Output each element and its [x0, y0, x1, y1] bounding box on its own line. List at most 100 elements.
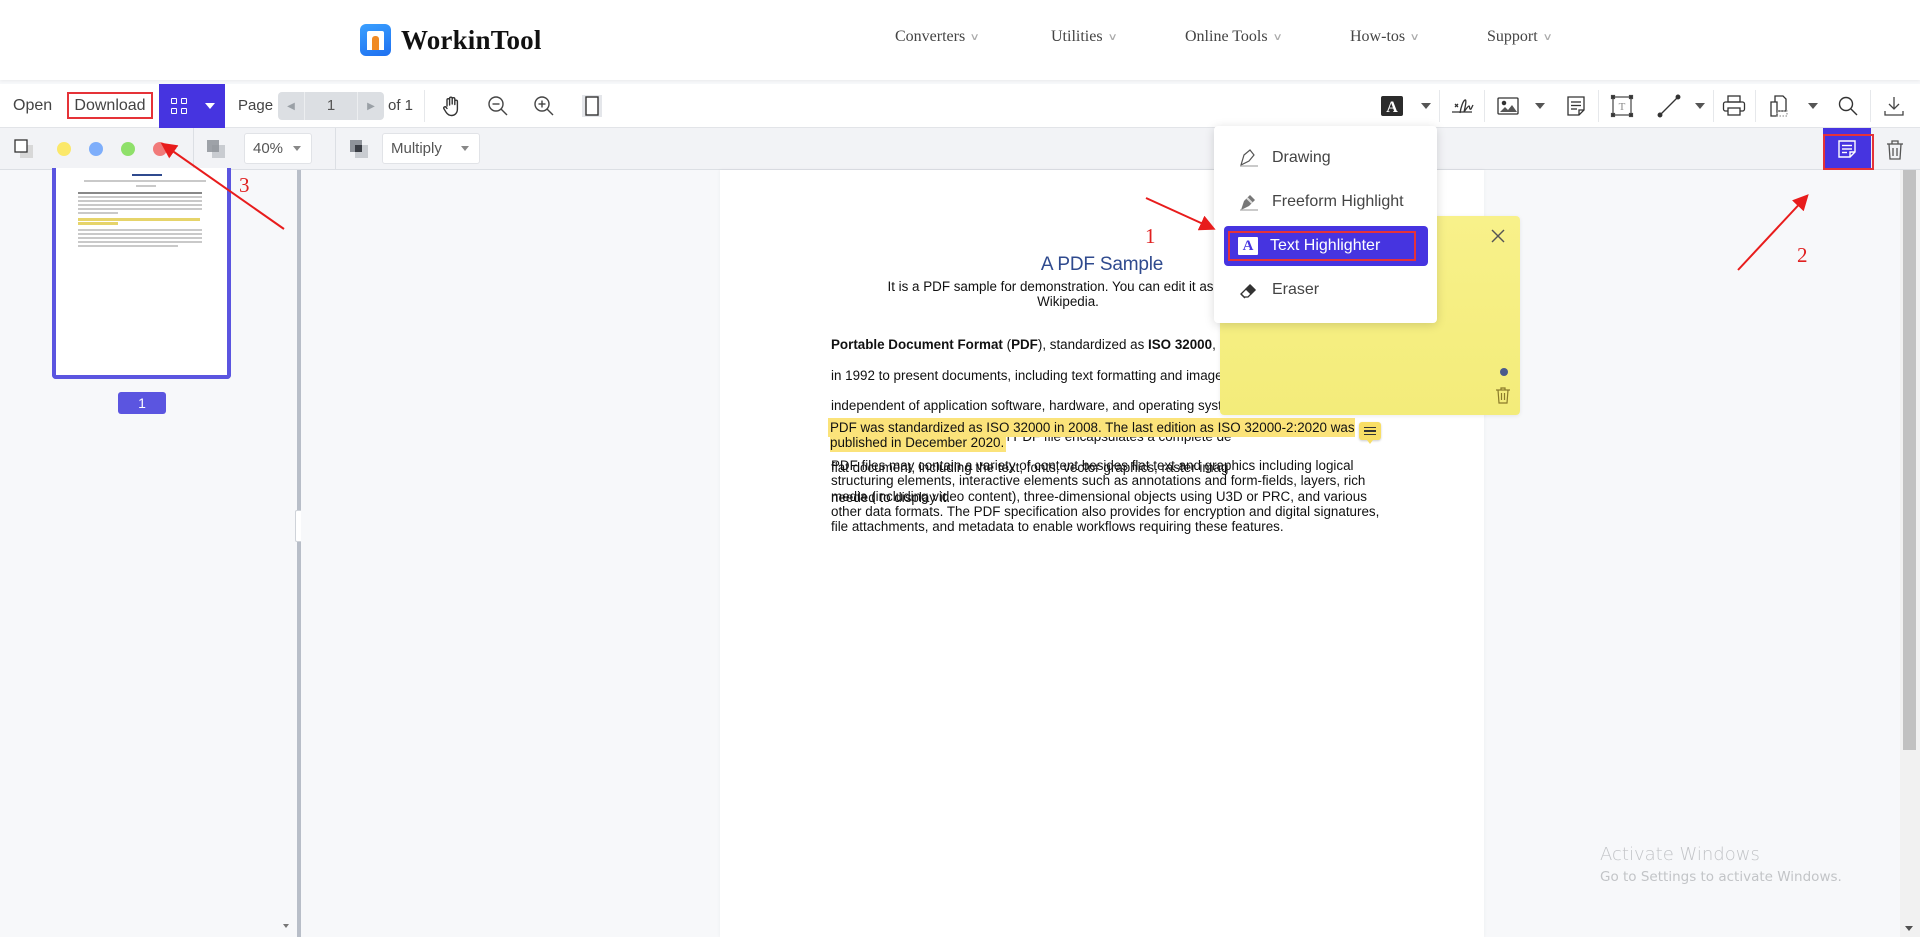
opacity-icon-button [203, 136, 229, 162]
menu-item-eraser[interactable]: Eraser [1224, 270, 1428, 310]
text-highlight-icon: A [1238, 237, 1258, 255]
delete-note-button[interactable] [1494, 385, 1512, 405]
menu-item-text-highlighter[interactable]: A Text Highlighter [1224, 226, 1428, 266]
nav-label: Converters [895, 28, 966, 45]
blend-mode-icon-button [346, 136, 372, 162]
zoom-out-button[interactable] [484, 92, 512, 120]
text-icon: A [1381, 96, 1403, 116]
page-number-badge[interactable]: 1 [118, 392, 166, 414]
pdf-paragraph-3: PDF files may contain a variety of conte… [831, 458, 1380, 535]
hand-tool-button[interactable] [438, 92, 466, 120]
brand-name: WorkinTool [401, 24, 542, 55]
zoom-in-icon [534, 96, 554, 116]
annotation-label-2: 2 [1797, 243, 1808, 267]
color-swatch-blue[interactable] [89, 142, 103, 156]
brand-logo[interactable]: WorkinTool [360, 23, 542, 57]
zoom-in-button[interactable] [530, 92, 558, 120]
nav-label: Support [1487, 28, 1538, 45]
chevron-down-icon: ∨ [1542, 31, 1553, 43]
note-icon [1567, 96, 1585, 116]
chevron-down-icon: ∨ [1409, 31, 1420, 43]
opacity-select[interactable]: 40% [244, 133, 312, 164]
open-button[interactable]: Open [13, 84, 52, 128]
site-header: WorkinTool Converters ∨ Utilities ∨ Online… [0, 0, 1920, 80]
note-color-dot[interactable] [1500, 368, 1508, 376]
chevron-down-icon: ∨ [1272, 31, 1283, 43]
menu-label: Eraser [1272, 281, 1320, 298]
bold-text: PDF [1011, 337, 1038, 353]
sidebar-scroll-down-icon[interactable] [283, 924, 289, 928]
color-swatch-yellow[interactable] [57, 142, 71, 156]
menu-item-drawing[interactable]: Drawing [1224, 138, 1428, 178]
nav-converters[interactable]: Converters ∨ [895, 28, 980, 46]
color-swatch-red[interactable] [153, 142, 167, 156]
page-thumbnail[interactable] [52, 168, 231, 379]
copy-page-button[interactable] [1764, 92, 1792, 120]
pdf-line: in 1992 to present documents, including … [831, 367, 1230, 383]
text-box-icon: T [1610, 94, 1634, 118]
scrollbar-thumb[interactable] [1903, 170, 1916, 750]
delete-all-button[interactable] [1882, 137, 1908, 163]
download-button[interactable]: Download [67, 92, 153, 119]
chevron-down-icon: ∨ [969, 31, 980, 43]
zoom-out-icon [488, 96, 508, 116]
download-icon [1884, 97, 1904, 116]
comment-marker-icon[interactable] [1359, 422, 1381, 444]
fit-page-button[interactable] [578, 92, 606, 120]
fit-page-icon [582, 95, 602, 117]
search-icon [1838, 96, 1858, 116]
copy-icon [1770, 95, 1788, 117]
color-swatch-green[interactable] [121, 142, 135, 156]
view-mode-button[interactable] [159, 84, 225, 128]
blend-mode-select[interactable]: Multiply [382, 133, 480, 164]
scroll-down-icon[interactable] [1905, 926, 1913, 931]
nav-utilities[interactable]: Utilities ∨ [1051, 28, 1118, 46]
text-highlight[interactable]: PDF was standardized as ISO 32000 in 200… [830, 420, 1355, 451]
next-page-button[interactable]: ▶ [358, 92, 384, 120]
pdf-paragraph-2: PDF was standardized as ISO 32000 in 200… [830, 420, 1378, 451]
line-icon [1657, 94, 1681, 118]
copy-dropdown-caret[interactable] [1808, 103, 1818, 109]
page-label: Page [238, 97, 274, 114]
text-box-button[interactable]: T [1608, 92, 1636, 120]
bold-text: ISO 32000 [1148, 337, 1213, 353]
page-number-input[interactable]: 1 [304, 92, 358, 120]
no-fill-button[interactable] [12, 137, 36, 161]
search-button[interactable] [1834, 92, 1862, 120]
nav-how-tos[interactable]: How-tos ∨ [1350, 28, 1420, 46]
insert-image-button[interactable] [1494, 92, 1522, 120]
arrow-right-icon: ▶ [367, 100, 375, 112]
print-button[interactable] [1720, 92, 1748, 120]
close-note-button[interactable] [1488, 226, 1508, 246]
nav-label: How-tos [1350, 28, 1406, 45]
pdf-line: independent of application software, har… [831, 398, 1230, 414]
blend-mode-icon [350, 140, 368, 158]
nav-label: Utilities [1051, 28, 1103, 45]
note-icon [1838, 140, 1856, 158]
line-dropdown-caret[interactable] [1695, 103, 1705, 109]
arrow-left-icon: ◀ [287, 100, 295, 112]
caret-down-icon [461, 146, 469, 151]
note-list-button[interactable] [1823, 128, 1871, 170]
image-dropdown-caret[interactable] [1535, 103, 1545, 109]
signature-button[interactable] [1448, 92, 1476, 120]
svg-text:A: A [1386, 99, 1398, 116]
print-icon [1722, 95, 1746, 116]
prev-page-button[interactable]: ◀ [278, 92, 304, 120]
add-note-button[interactable] [1562, 92, 1590, 120]
no-fill-icon [14, 139, 33, 158]
windows-activation-watermark: Activate Windows Go to Settings to activ… [1600, 844, 1842, 885]
text-dropdown-caret[interactable] [1421, 103, 1431, 109]
opacity-value: 40% [253, 140, 284, 157]
highlighter-icon [1240, 195, 1258, 211]
add-text-button[interactable]: A [1380, 94, 1404, 118]
draw-line-button[interactable] [1655, 92, 1683, 120]
image-icon [1497, 97, 1519, 115]
nav-online-tools[interactable]: Online Tools ∨ [1185, 28, 1283, 46]
nav-support[interactable]: Support ∨ [1487, 28, 1553, 46]
svg-text:T: T [1619, 101, 1626, 113]
chevron-down-icon: ∨ [1107, 31, 1118, 43]
caret-down-icon [293, 146, 301, 151]
download-file-button[interactable] [1880, 92, 1908, 120]
menu-item-freeform-highlight[interactable]: Freeform Highlight [1224, 182, 1428, 222]
